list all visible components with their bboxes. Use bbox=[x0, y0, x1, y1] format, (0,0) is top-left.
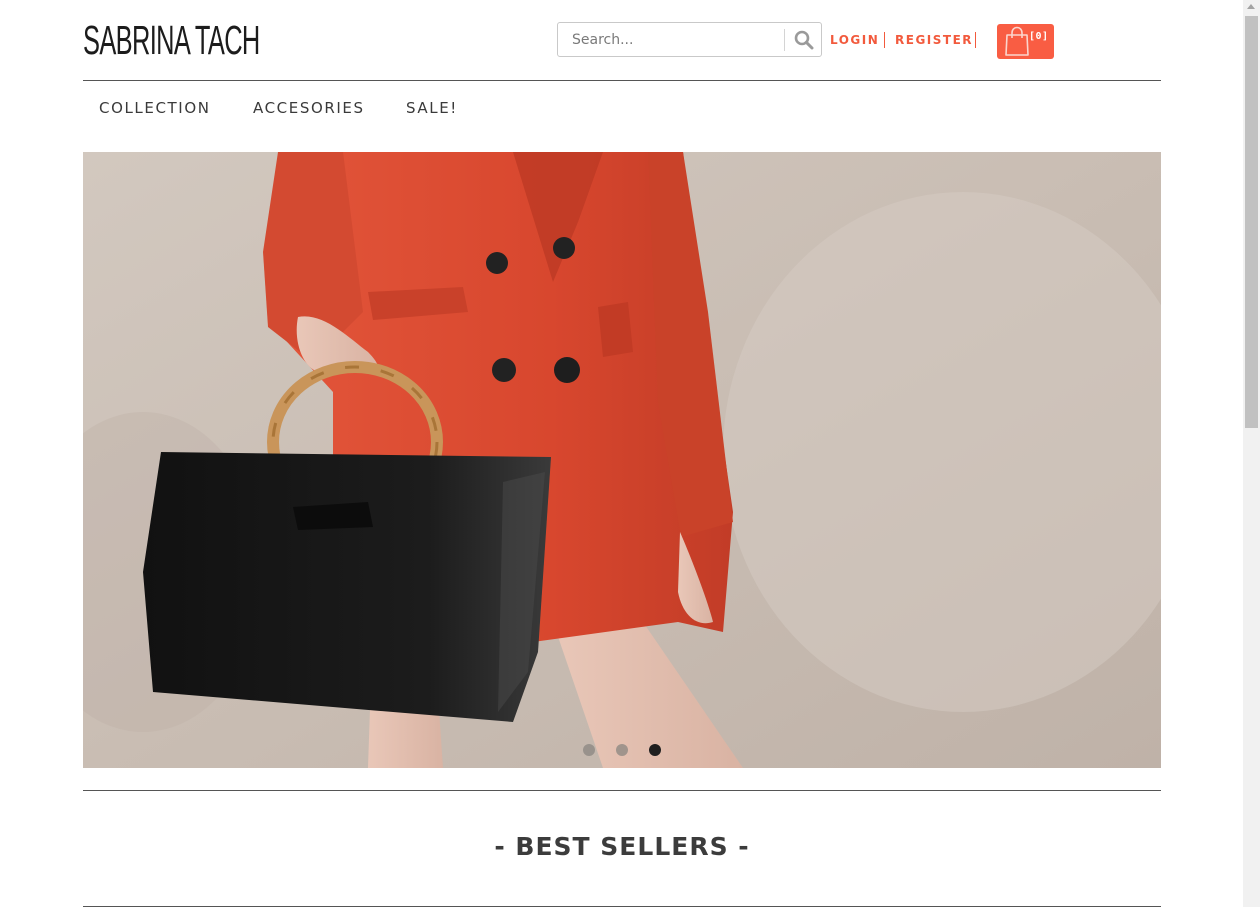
nav-item-sale[interactable]: SALE! bbox=[406, 99, 458, 117]
cart-button[interactable]: [0] bbox=[997, 24, 1054, 59]
scroll-up-arrow[interactable] bbox=[1247, 4, 1255, 9]
best-sellers-title: - BEST SELLERS - bbox=[494, 832, 750, 861]
shopping-bag-icon bbox=[1005, 26, 1029, 56]
nav-item-accesories[interactable]: ACCESORIES bbox=[253, 99, 365, 117]
register-link[interactable]: REGISTER bbox=[895, 33, 973, 47]
search-input[interactable] bbox=[558, 23, 784, 56]
brand-logo[interactable]: SABRINA TACH bbox=[83, 17, 260, 63]
hero-image bbox=[83, 152, 1161, 768]
divider bbox=[975, 32, 976, 48]
scrollbar-thumb[interactable] bbox=[1245, 16, 1258, 428]
slider-dot-3[interactable] bbox=[649, 744, 661, 756]
divider bbox=[884, 32, 885, 48]
nav-item-collection[interactable]: COLLECTION bbox=[99, 99, 211, 117]
search-icon bbox=[794, 30, 814, 50]
section-divider bbox=[83, 790, 1161, 791]
scrollbar[interactable] bbox=[1243, 0, 1260, 907]
slider-dot-2[interactable] bbox=[616, 744, 628, 756]
search-box bbox=[557, 22, 822, 57]
slider-dot-1[interactable] bbox=[583, 744, 595, 756]
header-divider bbox=[83, 80, 1161, 81]
cart-count: [0] bbox=[1029, 31, 1049, 42]
search-button[interactable] bbox=[785, 23, 822, 56]
login-link[interactable]: LOGIN bbox=[830, 33, 879, 47]
hero-slider[interactable] bbox=[83, 152, 1161, 768]
